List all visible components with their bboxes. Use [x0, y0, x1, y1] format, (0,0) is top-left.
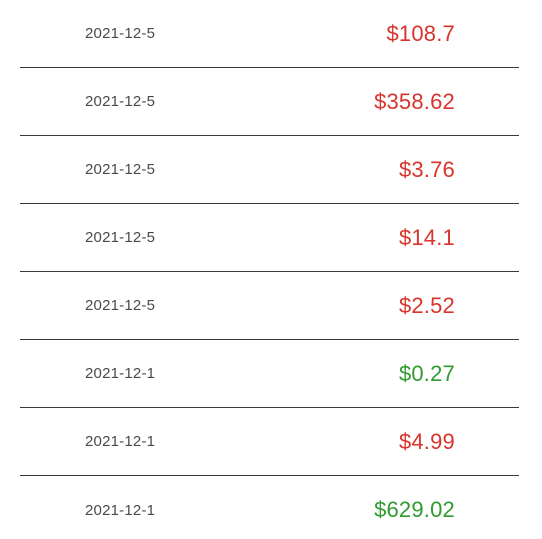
transaction-row[interactable]: 2021-12-1 $629.02 — [20, 476, 519, 539]
transaction-row[interactable]: 2021-12-1 $0.27 — [20, 340, 519, 408]
transaction-amount: $108.7 — [386, 20, 455, 46]
transaction-row[interactable]: 2021-12-5 $358.62 — [20, 68, 519, 136]
transaction-row[interactable]: 2021-12-5 $3.76 — [20, 136, 519, 204]
transaction-date: 2021-12-1 — [85, 501, 156, 519]
transaction-date: 2021-12-5 — [85, 229, 156, 246]
transaction-amount: $14.1 — [398, 224, 455, 250]
transaction-row[interactable]: 2021-12-5 $108.7 — [20, 0, 519, 68]
transaction-amount: $358.62 — [374, 88, 455, 114]
transaction-date: 2021-12-1 — [85, 433, 156, 450]
transaction-date: 2021-12-5 — [85, 93, 156, 110]
transaction-date: 2021-12-5 — [85, 25, 156, 42]
transaction-list: 2021-12-5 $108.7 2021-12-5 $358.62 2021-12-5… — [0, 0, 542, 539]
transaction-amount: $3.76 — [398, 156, 455, 182]
transaction-date: 2021-12-5 — [85, 161, 156, 178]
transaction-row[interactable]: 2021-12-5 $14.1 — [20, 204, 519, 272]
transaction-row[interactable]: 2021-12-1 $4.99 — [20, 408, 519, 476]
transaction-date: 2021-12-1 — [85, 365, 156, 382]
transaction-amount: $629.02 — [374, 497, 455, 522]
transaction-row[interactable]: 2021-12-5 $2.52 — [20, 272, 519, 340]
transaction-amount: $4.99 — [398, 428, 455, 454]
transaction-amount: $2.52 — [398, 292, 455, 318]
transaction-amount: $0.27 — [398, 360, 455, 386]
transaction-date: 2021-12-5 — [85, 297, 156, 314]
